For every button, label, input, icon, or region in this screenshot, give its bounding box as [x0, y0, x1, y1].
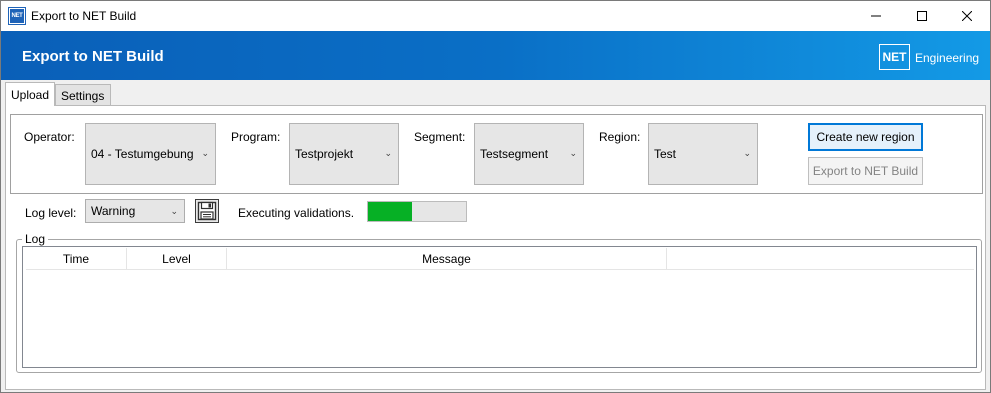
chevron-down-icon: ⌄	[170, 206, 178, 216]
program-value: Testprojekt	[295, 147, 354, 161]
floppy-disk-icon	[197, 201, 217, 221]
minimize-icon	[871, 15, 881, 17]
log-level-label: Log level:	[25, 206, 77, 220]
header-divider	[26, 269, 974, 270]
progress-fill	[368, 202, 413, 221]
segment-value: Testsegment	[480, 147, 549, 161]
operator-combobox[interactable]: 04 - Testumgebung ⌄	[85, 123, 216, 185]
tab-settings[interactable]: Settings	[55, 84, 111, 106]
region-label: Region:	[599, 130, 641, 144]
column-header-time[interactable]: Time	[26, 248, 127, 269]
minimize-button[interactable]	[853, 1, 899, 31]
column-header-filler	[667, 248, 974, 269]
segment-label: Segment:	[414, 130, 466, 144]
close-button[interactable]	[944, 1, 990, 31]
region-value: Test	[654, 147, 677, 161]
program-label: Program:	[231, 130, 281, 144]
log-level-value: Warning	[91, 204, 136, 218]
banner-title: Export to NET Build	[22, 48, 164, 65]
create-new-region-button[interactable]: Create new region	[808, 123, 923, 151]
net-logo: NET	[879, 44, 910, 70]
logo-text: Engineering	[915, 51, 980, 65]
window-title: Export to NET Build	[31, 9, 137, 23]
region-combobox[interactable]: Test ⌄	[648, 123, 758, 185]
header-banner: Export to NET Build NET Engineering	[1, 31, 990, 80]
column-header-message[interactable]: Message	[227, 248, 667, 269]
log-group-title: Log	[22, 232, 49, 246]
maximize-icon	[917, 11, 927, 21]
maximize-button[interactable]	[899, 1, 945, 31]
operator-label: Operator:	[24, 130, 75, 144]
program-combobox[interactable]: Testprojekt ⌄	[289, 123, 399, 185]
segment-combobox[interactable]: Testsegment ⌄	[474, 123, 584, 185]
log-level-combobox[interactable]: Warning ⌄	[85, 199, 185, 223]
validation-progress-bar	[367, 201, 467, 222]
title-bar[interactable]: NET Export to NET Build	[1, 1, 990, 31]
log-list[interactable]: Time Level Message	[22, 246, 977, 368]
status-text: Executing validations.	[238, 206, 355, 220]
column-header-level[interactable]: Level	[127, 248, 227, 269]
save-log-button[interactable]	[195, 199, 219, 223]
chevron-down-icon: ⌄	[743, 148, 751, 158]
chevron-down-icon: ⌄	[569, 148, 577, 158]
operator-value: 04 - Testumgebung	[91, 147, 194, 161]
chevron-down-icon: ⌄	[384, 148, 392, 158]
chevron-down-icon: ⌄	[201, 148, 209, 158]
tab-upload[interactable]: Upload	[5, 82, 55, 106]
export-to-net-build-button[interactable]: Export to NET Build	[808, 157, 923, 185]
main-window: NET Export to NET Build Export to NET Bu…	[0, 0, 991, 393]
close-icon	[962, 11, 972, 21]
app-icon: NET	[8, 7, 26, 25]
